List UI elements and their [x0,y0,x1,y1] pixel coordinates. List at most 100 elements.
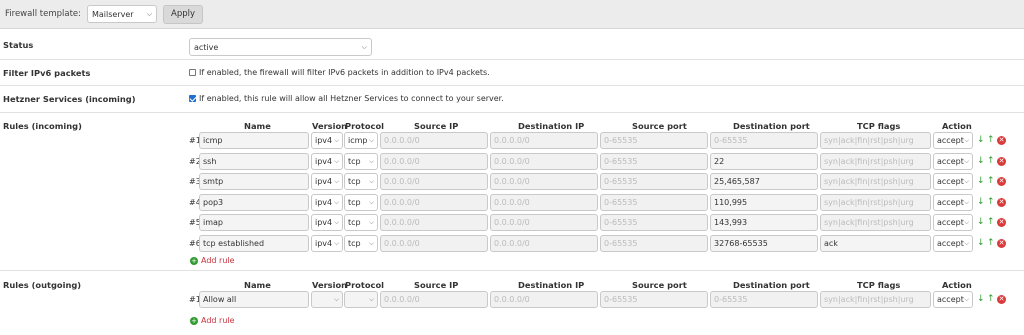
rule-version-select[interactable]: ipv4 ⌵ [311,234,343,252]
rule-tcp-flags-input[interactable]: syn|ack|fin|rst|psh|urg [820,291,931,308]
rule-source-ip-input[interactable]: 0.0.0.0/0 [380,152,488,170]
rule-protocol-select[interactable]: tcp ⌵ [344,152,378,170]
rule-source-port-input[interactable]: 0-65535 [600,214,708,231]
template-label: Firewall template: [5,9,81,19]
rule-action-select[interactable]: accept ⌵ [933,214,973,231]
rule-destination-ip-input[interactable]: 0.0.0.0/0 [490,173,598,190]
delete-icon[interactable]: ✕ [997,218,1006,227]
checkbox-box[interactable] [189,69,196,76]
rule-protocol-select[interactable]: ⌵ [344,291,378,308]
rule-name-input[interactable]: smtp [199,173,309,190]
rule-destination-ip-input[interactable]: 0.0.0.0/0 [490,234,598,252]
rule-name-input[interactable]: imap [199,214,309,231]
rule-source-port-input[interactable]: 0-65535 [600,193,708,211]
rule-action-select[interactable]: accept ⌵ [933,193,973,211]
rule-protocol-select[interactable]: icmp ⌵ [344,132,378,149]
template-value: Mailserver [92,9,134,19]
rule-tcp-flags-input[interactable]: syn|ack|fin|rst|psh|urg [820,173,931,190]
rule-tcp-flags-input[interactable]: ack [820,234,931,252]
rule-source-ip-input[interactable]: 0.0.0.0/0 [380,214,488,231]
rule-protocol-select[interactable]: tcp ⌵ [344,234,378,252]
rule-destination-ip-input[interactable]: 0.0.0.0/0 [490,214,598,231]
rule-protocol-select[interactable]: tcp ⌵ [344,173,378,190]
rule-destination-port-input[interactable]: 0-65535 [710,291,818,308]
rule-destination-ip-input[interactable]: 0.0.0.0/0 [490,132,598,149]
move-up-icon[interactable]: ↑ [987,294,995,304]
rule-version-select[interactable]: ipv4 ⌵ [311,173,343,190]
rule-source-port-input[interactable]: 0-65535 [600,152,708,170]
rule-destination-port-input[interactable]: 0-65535 [710,132,818,149]
rule-source-port-input[interactable]: 0-65535 [600,234,708,252]
rule-tcp-flags-input[interactable]: syn|ack|fin|rst|psh|urg [820,193,931,211]
add-rule-label[interactable]: Add rule [201,256,235,265]
rule-source-port-input[interactable]: 0-65535 [600,291,708,308]
rule-source-ip-input[interactable]: 0.0.0.0/0 [380,193,488,211]
protocol-value: tcp [348,177,361,186]
rule-destination-ip-input[interactable]: 0.0.0.0/0 [490,291,598,308]
rule-version-select[interactable]: ⌵ [311,291,343,308]
move-down-icon[interactable]: ↓ [977,238,985,248]
rule-name-input[interactable]: ssh [199,152,309,170]
rule-destination-port-input[interactable]: 22 [710,152,818,170]
rule-tcp-flags-input[interactable]: syn|ack|fin|rst|psh|urg [820,214,931,231]
move-down-icon[interactable]: ↓ [977,156,985,166]
ipv6-checkbox[interactable]: If enabled, the firewall will filter IPv… [189,68,490,77]
delete-icon[interactable]: ✕ [997,177,1006,186]
status-select[interactable]: active ⌵ [189,38,372,56]
delete-icon[interactable]: ✕ [997,238,1006,248]
rule-source-ip-input[interactable]: 0.0.0.0/0 [380,234,488,252]
rule-source-port-input[interactable]: 0-65535 [600,173,708,190]
add-incoming-rule-link[interactable]: + Add rule [190,256,235,265]
move-up-icon[interactable]: ↑ [987,176,995,186]
checkbox-checked[interactable] [189,95,196,102]
move-up-icon[interactable]: ↑ [987,217,995,227]
rule-source-ip-input[interactable]: 0.0.0.0/0 [380,132,488,149]
rule-source-ip-input[interactable]: 0.0.0.0/0 [380,173,488,190]
rule-version-select[interactable]: ipv4 ⌵ [311,152,343,170]
rule-action-select[interactable]: accept ⌵ [933,173,973,190]
move-down-icon[interactable]: ↓ [977,197,985,207]
rule-version-select[interactable]: ipv4 ⌵ [311,214,343,231]
delete-icon[interactable]: ✕ [997,136,1006,145]
rule-protocol-select[interactable]: tcp ⌵ [344,193,378,211]
delete-icon[interactable]: ✕ [997,295,1006,304]
rule-action-select[interactable]: accept ⌵ [933,132,973,149]
plus-icon: + [190,316,198,325]
rule-action-select[interactable]: accept ⌵ [933,152,973,170]
rule-destination-port-input[interactable]: 110,995 [710,193,818,211]
move-up-icon[interactable]: ↑ [987,238,995,248]
add-outgoing-rule-link[interactable]: + Add rule [190,316,235,325]
rule-name-input[interactable]: Allow all [199,291,309,308]
rule-version-select[interactable]: ipv4 ⌵ [311,132,343,149]
rule-name-input[interactable]: tcp established [199,234,309,252]
rule-name-input[interactable]: pop3 [199,193,309,211]
rule-destination-port-input[interactable]: 25,465,587 [710,173,818,190]
rule-tcp-flags-input[interactable]: syn|ack|fin|rst|psh|urg [820,152,931,170]
hetzner-checkbox[interactable]: If enabled, this rule will allow all Het… [189,94,504,103]
rule-destination-ip-input[interactable]: 0.0.0.0/0 [490,193,598,211]
move-down-icon[interactable]: ↓ [977,294,985,304]
rule-protocol-select[interactable]: tcp ⌵ [344,214,378,231]
rule-action-select[interactable]: accept ⌵ [933,291,973,308]
rule-version-select[interactable]: ipv4 ⌵ [311,193,343,211]
action-value: accept [937,177,964,186]
rule-action-select[interactable]: accept ⌵ [933,234,973,252]
move-up-icon[interactable]: ↑ [987,197,995,207]
move-down-icon[interactable]: ↓ [977,217,985,227]
apply-button[interactable]: Apply [163,4,203,24]
rule-destination-ip-input[interactable]: 0.0.0.0/0 [490,152,598,170]
rule-tcp-flags-input[interactable]: syn|ack|fin|rst|psh|urg [820,132,931,149]
delete-icon[interactable]: ✕ [997,156,1006,166]
add-rule-label[interactable]: Add rule [201,316,235,325]
rule-name-input[interactable]: icmp [199,132,309,149]
move-up-icon[interactable]: ↑ [987,156,995,166]
rule-destination-port-input[interactable]: 143,993 [710,214,818,231]
move-down-icon[interactable]: ↓ [977,176,985,186]
rule-source-ip-input[interactable]: 0.0.0.0/0 [380,291,488,308]
move-down-icon[interactable]: ↓ [977,135,985,145]
move-up-icon[interactable]: ↑ [987,135,995,145]
rule-source-port-input[interactable]: 0-65535 [600,132,708,149]
rule-destination-port-input[interactable]: 32768-65535 [710,234,818,252]
template-select[interactable]: Mailserver ⌵ [87,5,157,23]
delete-icon[interactable]: ✕ [997,197,1006,207]
